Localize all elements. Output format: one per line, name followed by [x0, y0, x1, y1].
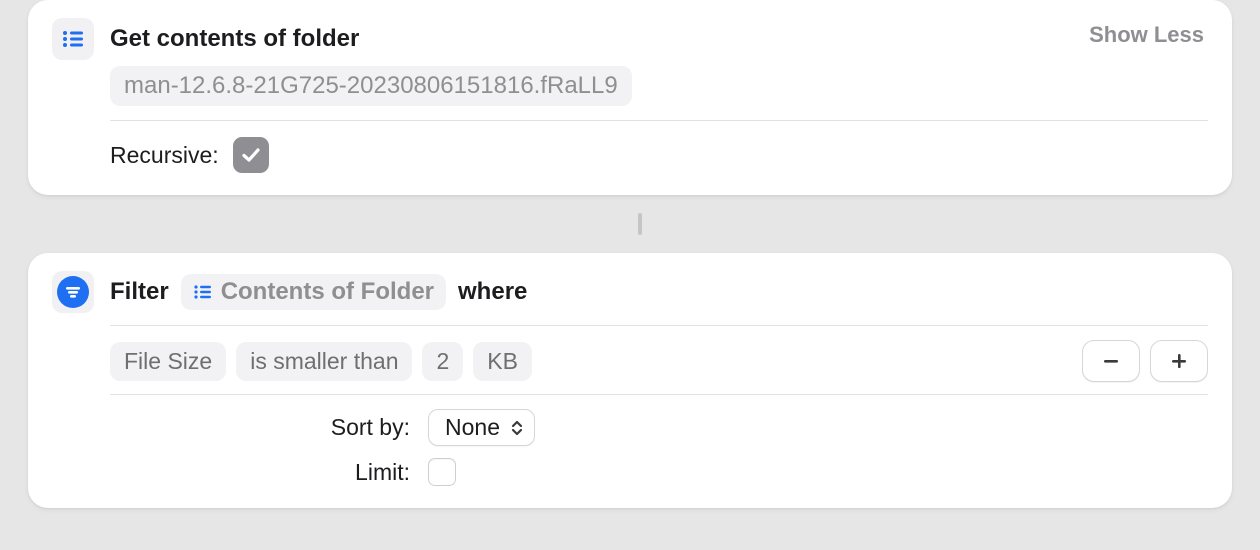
folder-list-icon — [52, 18, 94, 60]
filter-title-suffix: where — [458, 278, 527, 306]
divider — [110, 120, 1208, 121]
sort-by-row: Sort by: None — [110, 409, 1208, 446]
sort-by-select[interactable]: None — [428, 409, 535, 446]
action-get-contents-of-folder[interactable]: Show Less Get contents of folder man-12.… — [28, 0, 1232, 195]
check-icon — [240, 144, 262, 166]
add-condition-button[interactable] — [1150, 340, 1208, 382]
variable-list-icon — [193, 284, 213, 300]
action-title: Get contents of folder — [110, 25, 359, 53]
variable-label: Contents of Folder — [221, 278, 434, 306]
action-filter[interactable]: Filter Contents of Folder where — [28, 253, 1232, 508]
condition-operator[interactable]: is smaller than — [236, 342, 412, 381]
folder-token[interactable]: man-12.6.8-21G725-20230806151816.fRaLL9 — [110, 66, 632, 106]
filter-title-prefix: Filter — [110, 278, 169, 306]
filter-condition-row: File Size is smaller than 2 KB — [110, 340, 1208, 382]
sort-by-label: Sort by: — [110, 414, 410, 441]
remove-condition-button[interactable] — [1082, 340, 1140, 382]
plus-icon — [1168, 350, 1190, 372]
filter-icon-box — [52, 271, 94, 313]
condition-value[interactable]: 2 — [422, 342, 463, 381]
limit-checkbox[interactable] — [428, 458, 456, 486]
condition-unit[interactable]: KB — [473, 342, 532, 381]
filter-icon — [57, 276, 89, 308]
sort-by-value: None — [445, 414, 500, 441]
show-less-button[interactable]: Show Less — [1089, 22, 1204, 48]
flow-connector — [638, 213, 642, 235]
recursive-checkbox[interactable] — [233, 137, 269, 173]
limit-row: Limit: — [110, 458, 1208, 486]
recursive-label: Recursive: — [110, 142, 219, 169]
minus-icon — [1100, 350, 1122, 372]
condition-attribute[interactable]: File Size — [110, 342, 226, 381]
chevron-up-down-icon — [510, 418, 524, 438]
divider — [110, 325, 1208, 326]
variable-token[interactable]: Contents of Folder — [181, 274, 446, 310]
divider — [110, 394, 1208, 395]
limit-label: Limit: — [110, 459, 410, 486]
